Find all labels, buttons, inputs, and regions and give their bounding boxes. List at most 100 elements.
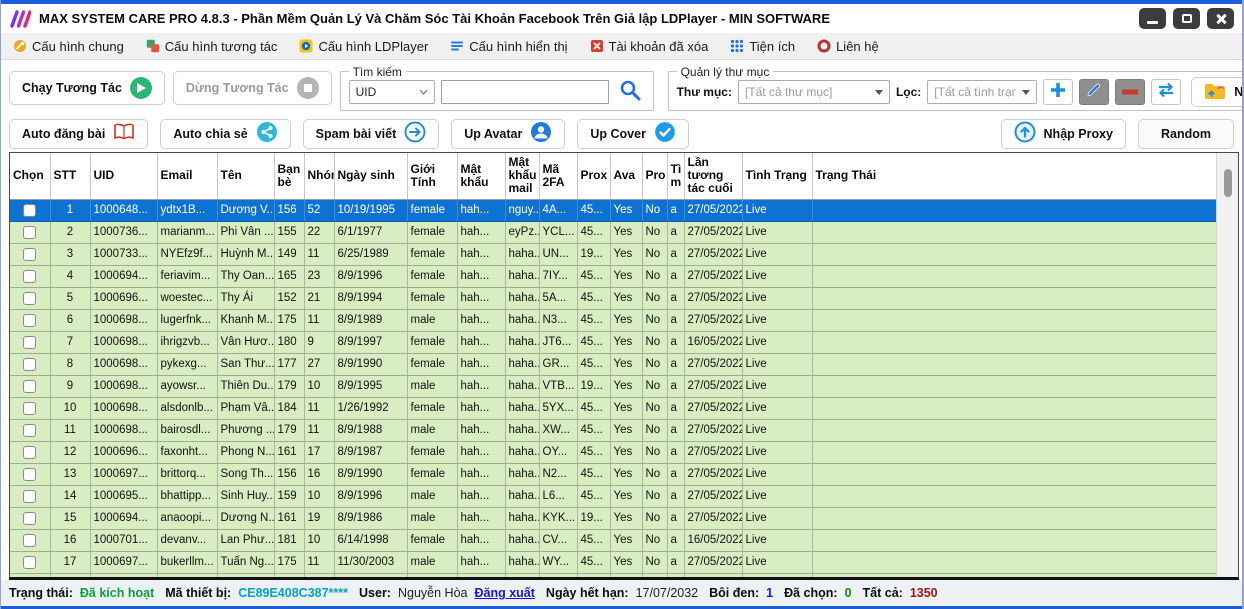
row-checkbox[interactable]: [23, 402, 36, 415]
auto-share-button[interactable]: Auto chia sẻ: [160, 119, 290, 149]
run-interaction-button[interactable]: Chạy Tương Tác: [9, 71, 165, 105]
folder-select[interactable]: [Tất cả thư mục]: [738, 80, 890, 104]
menu-item-cau-hinh-hien-thi[interactable]: Cấu hình hiển thị: [450, 39, 567, 54]
table-row[interactable]: 101000698...alsdonlb...Phạm Vâ...184111/…: [10, 397, 1218, 419]
column-header[interactable]: Prox: [577, 153, 610, 199]
table-row[interactable]: 151000694...anaoopi...Dương N...161198/9…: [10, 507, 1218, 529]
menu-item-tai-khoan-da-xoa[interactable]: Tài khoản đã xóa: [590, 39, 709, 54]
column-header[interactable]: Bạn bè: [274, 153, 304, 199]
row-checkbox[interactable]: [23, 512, 36, 525]
table-row[interactable]: 51000696...woestec...Thy Ái152218/9/1994…: [10, 287, 1218, 309]
table-row[interactable]: [10, 573, 1218, 580]
stop-interaction-button[interactable]: Dừng Tương Tác: [173, 71, 332, 105]
column-header[interactable]: UID: [90, 153, 157, 199]
table-row[interactable]: 81000698...pykexg...San Thư...177278/9/1…: [10, 353, 1218, 375]
search-button[interactable]: [615, 79, 645, 105]
table-row[interactable]: 61000698...lugerfnk...Khanh M...175118/9…: [10, 309, 1218, 331]
table-row[interactable]: 171000697...bukerllm...Tuấn Ng...1751111…: [10, 551, 1218, 573]
logout-link[interactable]: Đăng xuất: [474, 586, 534, 600]
add-folder-button[interactable]: [1043, 79, 1073, 105]
row-checkbox[interactable]: [23, 358, 36, 371]
column-header[interactable]: Chọn: [10, 153, 50, 199]
row-checkbox[interactable]: [23, 490, 36, 503]
menu-item-lien-he[interactable]: Liên hệ: [817, 39, 879, 54]
table-cell: 6/14/1998: [334, 529, 407, 551]
table-cell: [812, 507, 1218, 529]
row-checkbox[interactable]: [23, 270, 36, 283]
table-cell: 45...: [577, 529, 610, 551]
row-checkbox[interactable]: [23, 534, 36, 547]
table-row[interactable]: 131000697...brittorq...Song Th...156168/…: [10, 463, 1218, 485]
menu-item-cau-hinh-tuong-tac[interactable]: Cấu hình tương tác: [146, 39, 278, 54]
row-checkbox[interactable]: [23, 468, 36, 481]
filter-select[interactable]: [Tất cả tình trạng]: [927, 80, 1037, 104]
row-checkbox[interactable]: [23, 314, 36, 327]
table-row[interactable]: 111000698...bairosdl...Phương ...179118/…: [10, 419, 1218, 441]
table-cell: Yes: [610, 243, 642, 265]
import-proxy-button[interactable]: Nhập Proxy: [1001, 119, 1126, 149]
table-cell: [50, 573, 90, 580]
table-cell: XW...: [539, 419, 577, 441]
table-cell: hah...: [457, 265, 505, 287]
menu-item-label: Tài khoản đã xóa: [609, 39, 709, 54]
row-checkbox[interactable]: [23, 248, 36, 261]
scrollbar-thumb[interactable]: [1224, 169, 1232, 197]
up-cover-button[interactable]: Up Cover: [577, 119, 689, 149]
column-header[interactable]: Tình Trạng: [742, 153, 812, 199]
minimize-button[interactable]: [1139, 8, 1166, 29]
row-checkbox[interactable]: [23, 336, 36, 349]
column-header[interactable]: Tì m: [667, 153, 684, 199]
search-field-select[interactable]: UID: [349, 80, 435, 104]
search-input[interactable]: [441, 80, 609, 104]
menu-item-cau-hinh-ldplayer[interactable]: Cấu hình LDPlayer: [299, 39, 428, 54]
table-cell: No: [642, 507, 667, 529]
table-cell: 27/05/2022 15:...: [684, 221, 742, 243]
close-button[interactable]: [1207, 8, 1234, 29]
import-accounts-button[interactable]: Nhập tài khoản: [1191, 77, 1244, 107]
table-cell: male: [407, 309, 457, 331]
column-header[interactable]: Giới Tính: [407, 153, 457, 199]
table-cell: male: [407, 551, 457, 573]
auto-post-button[interactable]: Auto đăng bài: [9, 119, 148, 149]
row-checkbox[interactable]: [23, 380, 36, 393]
table-cell: 21: [304, 287, 334, 309]
column-header[interactable]: Ngày sinh: [334, 153, 407, 199]
row-checkbox[interactable]: [23, 226, 36, 239]
up-avatar-button[interactable]: Up Avatar: [451, 119, 565, 149]
row-checkbox[interactable]: [23, 292, 36, 305]
column-header[interactable]: Mật khẩu mail: [505, 153, 539, 199]
spam-post-button[interactable]: Spam bài viết: [303, 119, 440, 149]
edit-folder-button[interactable]: [1079, 79, 1109, 105]
column-header[interactable]: Lần tương tác cuối: [684, 153, 742, 199]
column-header[interactable]: Pro: [642, 153, 667, 199]
column-header[interactable]: Nhóm: [304, 153, 334, 199]
random-button[interactable]: Random: [1138, 119, 1234, 149]
table-row[interactable]: 71000698...ihrigzvb...Vân Hươ...18098/9/…: [10, 331, 1218, 353]
maximize-button[interactable]: [1173, 8, 1200, 29]
delete-folder-button[interactable]: [1115, 79, 1145, 105]
table-cell: Dương N...: [217, 507, 274, 529]
table-vertical-scrollbar[interactable]: [1216, 153, 1238, 577]
table-row[interactable]: 161000701...devanv...Lan Phư...181106/14…: [10, 529, 1218, 551]
menu-item-tien-ich[interactable]: Tiện ích: [730, 39, 795, 54]
table-row[interactable]: 41000694...feriavim...Thy Oan...165238/9…: [10, 265, 1218, 287]
column-header[interactable]: STT: [50, 153, 90, 199]
column-header[interactable]: Trạng Thái: [812, 153, 1218, 199]
row-checkbox[interactable]: [23, 556, 36, 569]
column-header[interactable]: Mật khẩu: [457, 153, 505, 199]
column-header[interactable]: Tên: [217, 153, 274, 199]
menu-item-cau-hinh-chung[interactable]: Cấu hình chung: [13, 39, 124, 54]
table-row[interactable]: 21000736...marianm...Phi Vân ...155226/1…: [10, 221, 1218, 243]
row-checkbox[interactable]: [23, 424, 36, 437]
row-checkbox[interactable]: [23, 446, 36, 459]
column-header[interactable]: Ava: [610, 153, 642, 199]
table-row[interactable]: 121000696...faxonht...Phong N...161178/9…: [10, 441, 1218, 463]
refresh-button[interactable]: [1151, 79, 1181, 105]
table-row[interactable]: 91000698...ayowsr...Thiên Du...179108/9/…: [10, 375, 1218, 397]
table-row[interactable]: 11000648...ydtx1B...Dương V...1565210/19…: [10, 199, 1218, 221]
table-row[interactable]: 31000733...NYEfz9f...Huỳnh M...149116/25…: [10, 243, 1218, 265]
table-row[interactable]: 141000695...bhattipp...Sinh Huy...159108…: [10, 485, 1218, 507]
column-header[interactable]: Mã 2FA: [539, 153, 577, 199]
column-header[interactable]: Email: [157, 153, 217, 199]
row-checkbox[interactable]: [23, 204, 36, 217]
